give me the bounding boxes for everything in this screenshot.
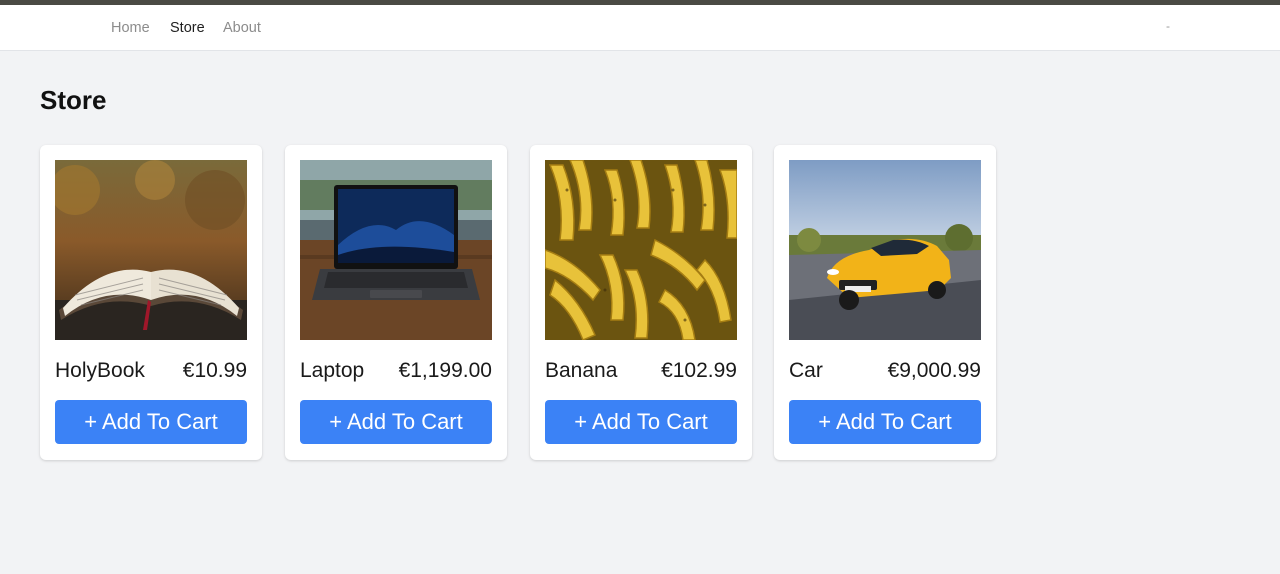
- nav-link-store[interactable]: Store: [170, 20, 205, 36]
- add-to-cart-button[interactable]: + Add To Cart: [300, 400, 492, 444]
- bananas-photo: [545, 160, 737, 340]
- nav-link-home[interactable]: Home: [111, 20, 150, 36]
- product-card-car: Car €9,000.99 + Add To Cart: [774, 145, 996, 460]
- product-card-laptop: Laptop €1,199.00 + Add To Cart: [285, 145, 507, 460]
- product-name: Car: [789, 359, 823, 382]
- nav-right-marker: -: [1166, 19, 1170, 33]
- product-image-car: [789, 160, 981, 340]
- product-image-banana: [545, 160, 737, 340]
- laptop-photo: [300, 160, 492, 340]
- product-price: €10.99: [182, 359, 247, 382]
- navbar: Home Store About -: [0, 5, 1280, 51]
- page-title: Store: [40, 85, 107, 115]
- product-price: €9,000.99: [887, 359, 981, 382]
- product-image-book: [55, 160, 247, 340]
- nav-link-about[interactable]: About: [223, 20, 261, 36]
- product-name: Banana: [545, 359, 618, 382]
- add-to-cart-button[interactable]: + Add To Cart: [789, 400, 981, 444]
- product-image-laptop: [300, 160, 492, 340]
- product-card-holybook: HolyBook €10.99 + Add To Cart: [40, 145, 262, 460]
- yellow-car-photo: [789, 160, 981, 340]
- open-book-photo: [55, 160, 247, 340]
- product-name: HolyBook: [55, 359, 145, 382]
- product-name: Laptop: [300, 359, 365, 382]
- product-price: €1,199.00: [398, 359, 492, 382]
- add-to-cart-button[interactable]: + Add To Cart: [545, 400, 737, 444]
- add-to-cart-button[interactable]: + Add To Cart: [55, 400, 247, 444]
- product-price: €102.99: [661, 359, 737, 382]
- product-card-banana: Banana €102.99 + Add To Cart: [530, 145, 752, 460]
